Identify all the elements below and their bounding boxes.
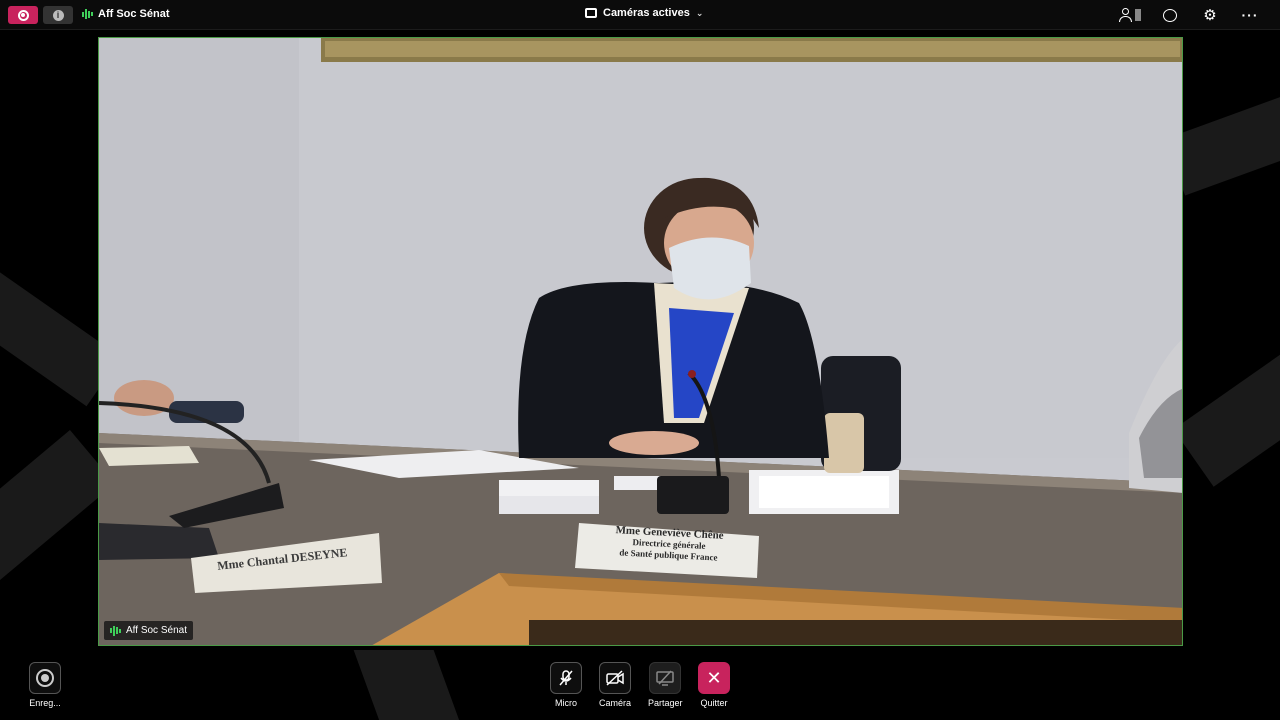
- background-shape: [1173, 343, 1280, 487]
- mic-control[interactable]: Micro: [550, 662, 582, 708]
- camera-button[interactable]: [599, 662, 631, 694]
- settings-button[interactable]: ⚙: [1190, 5, 1230, 25]
- camera-view-icon: [585, 8, 597, 18]
- microphone: [657, 476, 729, 514]
- participant-label: Aff Soc Sénat: [104, 621, 193, 640]
- room-name-label: Aff Soc Sénat: [98, 8, 170, 20]
- record-label: Enreg...: [29, 698, 61, 708]
- view-mode-selector[interactable]: Caméras actives ⌄: [585, 7, 703, 19]
- quit-label: Quitter: [700, 698, 728, 708]
- participants-level-bar: [1135, 9, 1141, 21]
- video-conference-app: i Aff Soc Sénat Caméras actives ⌄ ⚙ ··· …: [0, 0, 1280, 720]
- audio-level-icon: [82, 8, 93, 20]
- info-icon: i: [52, 9, 64, 21]
- close-icon: ✕: [706, 668, 722, 688]
- audio-level-icon: [110, 625, 121, 637]
- mic-button[interactable]: [550, 662, 582, 694]
- gear-icon: ⚙: [1203, 6, 1217, 24]
- participant-name: Aff Soc Sénat: [126, 625, 187, 636]
- top-right-toolbar: ⚙ ···: [1110, 5, 1270, 25]
- recording-indicator-button[interactable]: [8, 6, 38, 24]
- share-button[interactable]: [649, 662, 682, 694]
- background-shape: [353, 650, 467, 720]
- participants-icon: [1119, 8, 1133, 22]
- more-icon: ···: [1241, 7, 1259, 23]
- share-control[interactable]: Partager: [648, 662, 683, 708]
- camera-label: Caméra: [599, 698, 632, 708]
- share-label: Partager: [648, 698, 683, 708]
- chevron-down-icon: ⌄: [695, 7, 704, 18]
- screen-share-off-icon: [656, 670, 675, 686]
- top-bar: i Aff Soc Sénat Caméras actives ⌄ ⚙ ···: [0, 0, 1280, 30]
- quit-button[interactable]: ✕: [698, 662, 730, 694]
- record-control[interactable]: Enreg...: [29, 662, 61, 708]
- record-button[interactable]: [29, 662, 61, 694]
- camera-off-icon: [606, 670, 624, 686]
- chat-icon: [1163, 8, 1177, 22]
- participants-button[interactable]: [1110, 5, 1150, 25]
- record-icon: [36, 669, 54, 687]
- mic-label: Micro: [555, 698, 577, 708]
- video-tile[interactable]: Mme Chantal DESEYNE Mme Geneviève Chêne …: [98, 37, 1183, 646]
- more-options-button[interactable]: ···: [1230, 5, 1270, 25]
- camera-control[interactable]: Caméra: [599, 662, 631, 708]
- face-mask: [669, 237, 751, 300]
- record-icon: [17, 9, 29, 21]
- chat-button[interactable]: [1150, 5, 1190, 25]
- view-mode-label: Caméras actives: [603, 7, 690, 19]
- room-name: Aff Soc Sénat: [82, 8, 170, 20]
- quit-control[interactable]: ✕ Quitter: [698, 662, 730, 708]
- mic-muted-icon: [559, 670, 573, 686]
- info-button[interactable]: i: [43, 6, 73, 24]
